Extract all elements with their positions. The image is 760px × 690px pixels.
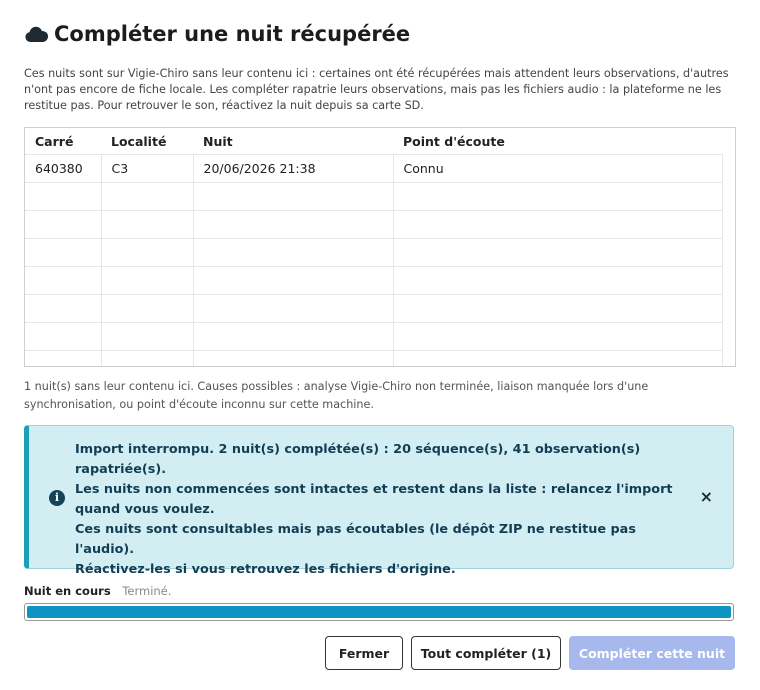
column-header-point-ecoute[interactable]: Point d'écoute bbox=[393, 128, 723, 155]
cloud-icon bbox=[25, 26, 48, 42]
empty-row bbox=[25, 210, 724, 239]
progress-bar bbox=[24, 603, 734, 621]
alert-line: Les nuits non commencées sont intactes e… bbox=[75, 482, 673, 517]
dialog-title: Compléter une nuit récupérée bbox=[24, 22, 410, 46]
table-header-row: Carré Localité Nuit Point d'écoute bbox=[25, 128, 723, 155]
empty-row bbox=[25, 238, 724, 267]
column-header-carre[interactable]: Carré bbox=[25, 128, 101, 155]
complete-night-button[interactable]: Compléter cette nuit bbox=[569, 636, 735, 670]
complete-all-button[interactable]: Tout compléter (1) bbox=[411, 636, 561, 670]
alert-message: Import interrompu. 2 nuit(s) complétée(s… bbox=[75, 440, 685, 580]
empty-row bbox=[25, 322, 724, 351]
recovered-nights-table[interactable]: Carré Localité Nuit Point d'écoute 64038… bbox=[24, 127, 736, 367]
intro-text: Ces nuits sont sur Vigie-Chiro sans leur… bbox=[24, 67, 729, 112]
dialog-title-text: Compléter une nuit récupérée bbox=[54, 22, 411, 46]
empty-row bbox=[25, 182, 724, 211]
alert-line: Réactivez-les si vous retrouvez les fich… bbox=[75, 562, 456, 577]
close-icon[interactable]: × bbox=[700, 488, 713, 506]
info-icon: i bbox=[49, 490, 65, 506]
cell-localite: C3 bbox=[101, 154, 194, 183]
progress-label: Nuit en cours Terminé. bbox=[24, 584, 171, 598]
empty-row bbox=[25, 350, 724, 366]
progress-title: Nuit en cours bbox=[24, 584, 111, 598]
empty-row bbox=[25, 294, 724, 323]
alert-line: Ces nuits sont consultables mais pas éco… bbox=[75, 522, 636, 557]
progress-status: Terminé. bbox=[122, 584, 172, 598]
import-alert: i Import interrompu. 2 nuit(s) complétée… bbox=[24, 425, 734, 577]
empty-row bbox=[25, 266, 724, 295]
close-button[interactable]: Fermer bbox=[325, 636, 403, 670]
column-header-localite[interactable]: Localité bbox=[101, 128, 193, 155]
progress-fill bbox=[27, 606, 731, 618]
missing-content-note: 1 nuit(s) sans leur contenu ici. Causes … bbox=[24, 380, 649, 411]
column-header-nuit[interactable]: Nuit bbox=[193, 128, 393, 155]
table-scrollbar[interactable] bbox=[722, 154, 735, 366]
cell-point-ecoute: Connu bbox=[393, 154, 724, 183]
cell-carre: 640380 bbox=[25, 154, 102, 183]
cell-nuit: 20/06/2026 21:38 bbox=[193, 154, 394, 183]
alert-line: Import interrompu. 2 nuit(s) complétée(s… bbox=[75, 442, 641, 477]
table-row[interactable]: 640380 C3 20/06/2026 21:38 Connu bbox=[25, 154, 724, 183]
